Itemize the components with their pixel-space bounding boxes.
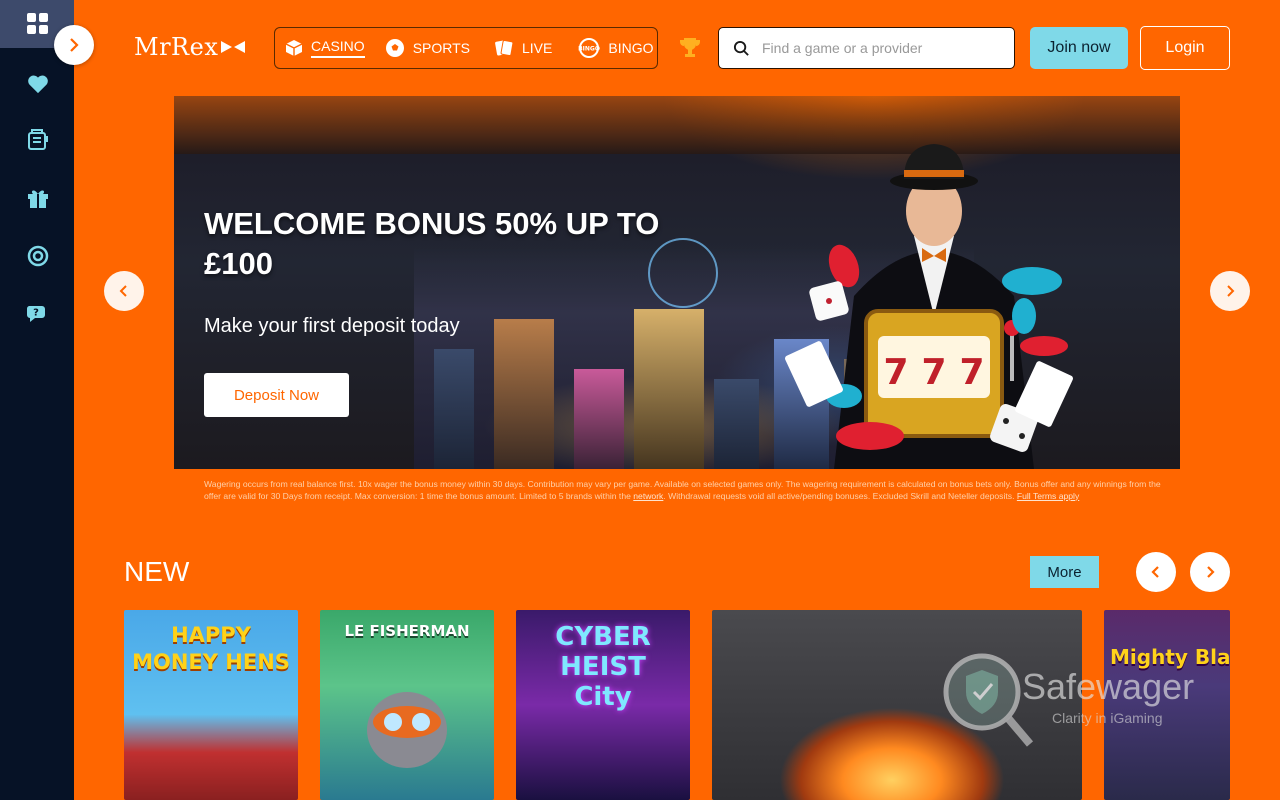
promo-banner[interactable]: WELCOME BONUS 50% UP TO £100 Make your f… xyxy=(174,96,1180,469)
banner-title: WELCOME BONUS 50% UP TO £100 xyxy=(204,206,660,281)
game-card-le-fisherman[interactable]: LE FISHERMAN xyxy=(320,610,494,800)
help-chat-icon[interactable]: ? xyxy=(22,298,54,330)
chevron-left-icon xyxy=(119,285,127,297)
watermark-name: Safewager xyxy=(1022,666,1195,707)
chevron-right-icon xyxy=(1227,285,1235,297)
game-card-happy-money-hens[interactable]: HAPPY MONEY HENS xyxy=(124,610,298,800)
banner-prev-button[interactable] xyxy=(104,271,144,311)
main-nav: CASINO SPORTS LIVE BINGO BINGO xyxy=(274,27,658,69)
soccer-ball-icon xyxy=(385,38,405,58)
search-icon xyxy=(733,40,749,56)
search-input[interactable] xyxy=(762,40,1002,56)
chevron-right-icon xyxy=(70,38,79,52)
games-prev-button[interactable] xyxy=(1136,552,1176,592)
tab-bingo-label: BINGO xyxy=(608,40,654,56)
site-logo[interactable]: MrRex xyxy=(134,33,246,61)
chevron-left-icon xyxy=(1151,566,1159,578)
svg-text:?: ? xyxy=(33,308,39,319)
tab-casino-label: CASINO xyxy=(311,38,365,58)
full-terms-link[interactable]: Full Terms apply xyxy=(1017,491,1079,501)
more-button[interactable]: More xyxy=(1030,556,1099,588)
chevron-right-icon xyxy=(1207,566,1215,578)
cube-icon xyxy=(285,39,303,57)
games-next-button[interactable] xyxy=(1190,552,1230,592)
svg-text:BINGO: BINGO xyxy=(578,46,600,53)
tab-live-label: LIVE xyxy=(522,40,553,56)
terms-text: Wagering occurs from real balance first.… xyxy=(204,479,1180,502)
tab-live[interactable]: LIVE xyxy=(494,28,564,68)
watermark-tagline: Clarity in iGaming xyxy=(1052,710,1163,726)
bowtie-icon xyxy=(221,41,246,53)
network-link[interactable]: network xyxy=(633,491,663,501)
terms-part-2: . Withdrawal requests void all active/pe… xyxy=(663,490,1017,501)
sidebar-expand-button[interactable] xyxy=(54,25,94,65)
favorites-heart-icon[interactable] xyxy=(22,68,54,100)
join-now-button[interactable]: Join now xyxy=(1030,27,1128,69)
svg-text:7: 7 xyxy=(883,352,908,393)
tab-casino[interactable]: CASINO xyxy=(285,28,377,68)
bingo-icon: BINGO xyxy=(578,38,600,58)
tab-bingo[interactable]: BINGO BINGO xyxy=(578,28,665,68)
safewager-watermark: Safewager Clarity in iGaming xyxy=(936,652,1236,752)
tab-sports[interactable]: SPORTS xyxy=(385,28,482,68)
svg-text:7: 7 xyxy=(921,352,946,393)
gift-icon[interactable] xyxy=(22,182,54,214)
banner-next-button[interactable] xyxy=(1210,271,1250,311)
dashboard-icon[interactable] xyxy=(22,8,54,40)
lifebuoy-icon[interactable] xyxy=(22,240,54,272)
sidebar: ? xyxy=(0,0,74,800)
magnifier-shield-icon xyxy=(943,653,1034,747)
deposit-now-button[interactable]: Deposit Now xyxy=(204,373,349,417)
game-card-cyber-heist-city[interactable]: CYBER HEIST City xyxy=(516,610,690,800)
game-title: CYBER HEIST City xyxy=(555,622,651,712)
logo-text: MrRex xyxy=(134,33,219,61)
slot-machine-icon[interactable] xyxy=(22,124,54,156)
banner-subtitle: Make your first deposit today xyxy=(204,315,460,337)
cards-icon xyxy=(494,38,514,58)
game-title: LE FISHERMAN xyxy=(344,622,470,640)
login-button[interactable]: Login xyxy=(1140,26,1230,70)
game-title: HAPPY MONEY HENS xyxy=(132,623,290,674)
mascot-slot-machine-image: 7 7 7 xyxy=(785,144,1073,469)
trophy-icon[interactable] xyxy=(678,36,702,64)
raccoon-image xyxy=(367,692,447,768)
section-title-new: NEW xyxy=(124,556,190,587)
tab-sports-label: SPORTS xyxy=(412,40,470,56)
search-box[interactable] xyxy=(718,27,1015,69)
svg-text:7: 7 xyxy=(959,352,984,393)
